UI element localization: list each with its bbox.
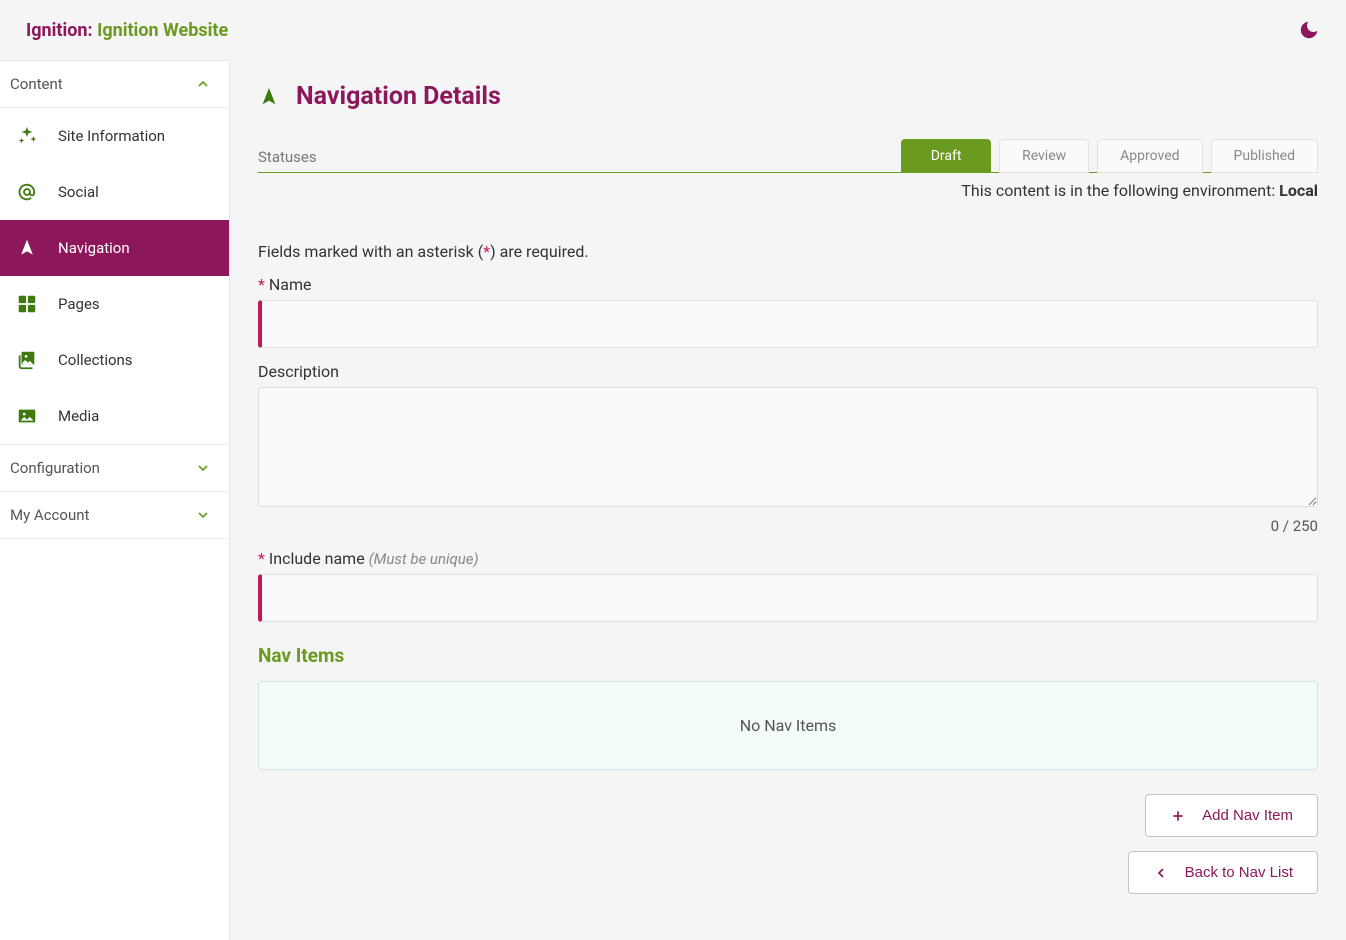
image-stack-icon bbox=[16, 349, 38, 371]
status-pill-draft[interactable]: Draft bbox=[901, 139, 991, 173]
chevron-down-icon bbox=[195, 460, 211, 476]
sidebar-item-label: Media bbox=[58, 407, 99, 425]
description-counter: 0 / 250 bbox=[258, 517, 1318, 535]
moon-icon bbox=[1298, 19, 1320, 41]
sidebar-group-my-account[interactable]: My Account bbox=[0, 492, 229, 539]
sidebar-group-label: Configuration bbox=[10, 459, 100, 477]
back-to-nav-list-button[interactable]: Back to Nav List bbox=[1128, 851, 1318, 894]
environment-name: Local bbox=[1279, 181, 1318, 200]
brand: Ignition: Ignition Website bbox=[26, 20, 228, 41]
sidebar-group-label: Content bbox=[10, 75, 63, 93]
field-label-include-name: * Include name (Must be unique) bbox=[258, 549, 1318, 568]
at-icon bbox=[16, 181, 38, 203]
image-icon bbox=[16, 405, 38, 427]
description-textarea[interactable] bbox=[258, 387, 1318, 507]
brand-prefix: Ignition: bbox=[26, 20, 97, 41]
sidebar-item-label: Collections bbox=[58, 351, 133, 369]
sidebar-item-label: Pages bbox=[58, 295, 100, 313]
theme-toggle-button[interactable] bbox=[1298, 19, 1320, 41]
environment-line: This content is in the following environ… bbox=[258, 181, 1318, 200]
button-label: Add Nav Item bbox=[1202, 807, 1293, 824]
chevron-left-icon bbox=[1153, 865, 1169, 881]
required-note-pre: Fields marked with an asterisk ( bbox=[258, 242, 483, 261]
chevron-up-icon bbox=[195, 76, 211, 92]
label-text: Description bbox=[258, 362, 339, 381]
sidebar-item-label: Navigation bbox=[58, 239, 130, 257]
label-text: Include name bbox=[269, 549, 365, 568]
nav-items-empty: No Nav Items bbox=[258, 681, 1318, 770]
field-label-description: Description bbox=[258, 362, 1318, 381]
sidebar-item-collections[interactable]: Collections bbox=[0, 332, 229, 388]
status-pill-published[interactable]: Published bbox=[1211, 139, 1318, 173]
status-pills: Draft Review Approved Published bbox=[901, 139, 1318, 173]
status-row: Statuses Draft Review Approved Published bbox=[258, 139, 1318, 173]
include-name-input[interactable] bbox=[258, 574, 1318, 622]
label-text: Name bbox=[269, 275, 312, 294]
sidebar-item-social[interactable]: Social bbox=[0, 164, 229, 220]
field-description: Description 0 / 250 bbox=[258, 362, 1318, 535]
status-pill-review[interactable]: Review bbox=[999, 139, 1089, 173]
required-asterisk: * bbox=[258, 275, 265, 294]
sidebar-group-configuration[interactable]: Configuration bbox=[0, 444, 229, 492]
sidebar-item-label: Site Information bbox=[58, 127, 165, 145]
page-title: Navigation Details bbox=[296, 82, 501, 111]
plus-icon bbox=[1170, 808, 1186, 824]
field-name: * Name bbox=[258, 275, 1318, 348]
status-pill-approved[interactable]: Approved bbox=[1097, 139, 1202, 173]
environment-prefix: This content is in the following environ… bbox=[961, 181, 1279, 200]
sidebar-item-pages[interactable]: Pages bbox=[0, 276, 229, 332]
label-hint: (Must be unique) bbox=[369, 550, 479, 568]
actions-row: Add Nav Item Back to Nav List bbox=[258, 794, 1318, 894]
main-content: Navigation Details Statuses Draft Review… bbox=[230, 60, 1346, 940]
sidebar-item-navigation[interactable]: Navigation bbox=[0, 220, 229, 276]
sidebar-group-label: My Account bbox=[10, 506, 89, 524]
brand-suffix: Ignition Website bbox=[97, 20, 228, 41]
required-note: Fields marked with an asterisk (*) are r… bbox=[258, 242, 1318, 261]
name-input[interactable] bbox=[258, 300, 1318, 348]
sidebar-item-media[interactable]: Media bbox=[0, 388, 229, 444]
nav-items-title: Nav Items bbox=[258, 644, 1318, 667]
sparkles-icon bbox=[16, 125, 38, 147]
statuses-label: Statuses bbox=[258, 148, 317, 172]
required-asterisk: * bbox=[258, 549, 265, 568]
sidebar-item-label: Social bbox=[58, 183, 99, 201]
add-nav-item-button[interactable]: Add Nav Item bbox=[1145, 794, 1318, 837]
topbar: Ignition: Ignition Website bbox=[0, 0, 1346, 60]
chevron-down-icon bbox=[195, 507, 211, 523]
required-note-post: ) are required. bbox=[490, 242, 589, 261]
pointer-icon bbox=[16, 237, 38, 259]
button-label: Back to Nav List bbox=[1185, 864, 1293, 881]
pages-icon bbox=[16, 293, 38, 315]
sidebar-group-content[interactable]: Content bbox=[0, 61, 229, 108]
field-include-name: * Include name (Must be unique) bbox=[258, 549, 1318, 622]
sidebar-item-site-information[interactable]: Site Information bbox=[0, 108, 229, 164]
pointer-icon bbox=[258, 86, 280, 108]
field-label-name: * Name bbox=[258, 275, 1318, 294]
page-header: Navigation Details bbox=[258, 82, 1318, 111]
sidebar: Content Site Information Social Navigati… bbox=[0, 60, 230, 940]
